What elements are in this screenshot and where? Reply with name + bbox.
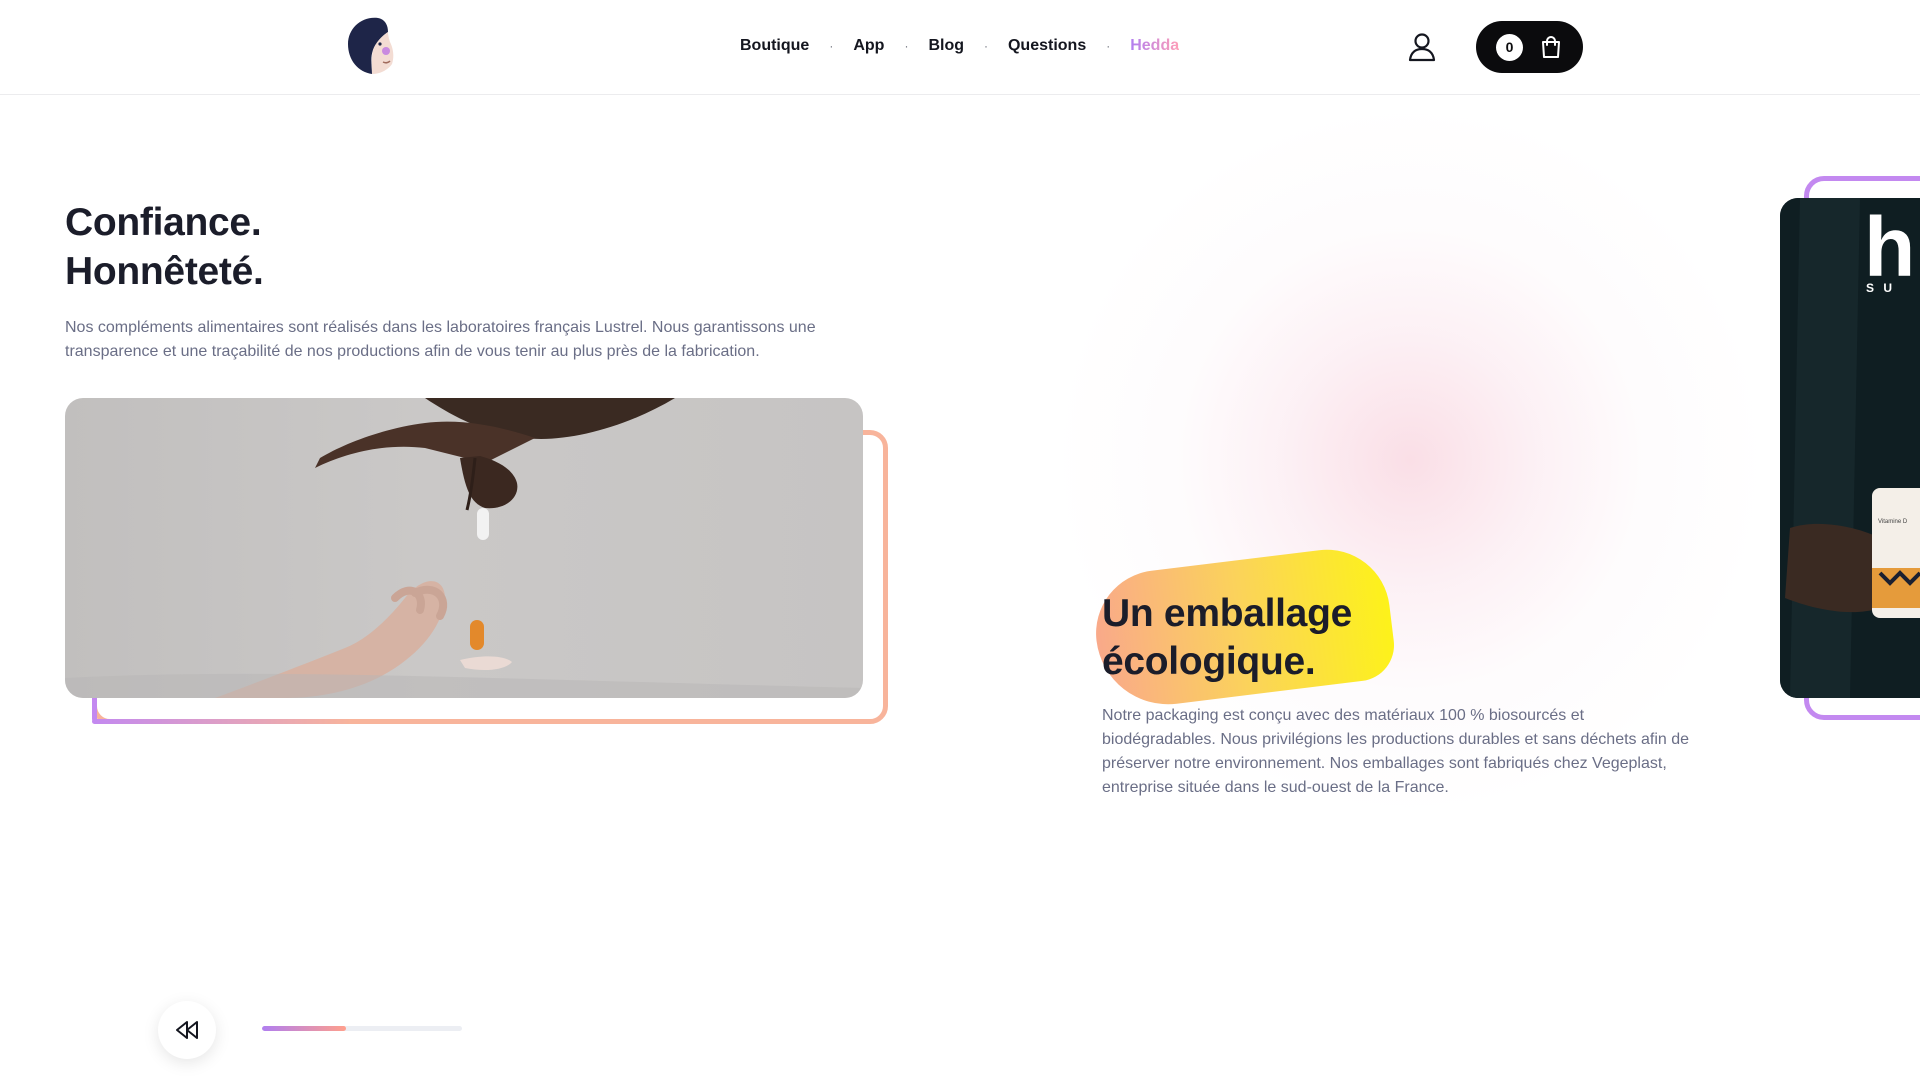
nav-item-blog[interactable]: Blog bbox=[928, 37, 964, 55]
feature-eco-packaging: Un emballage écologique. Notre packaging… bbox=[1102, 560, 1702, 800]
product-promo-card[interactable]: h S U Vitamine D bbox=[1780, 198, 1920, 698]
promo-card-image: h S U Vitamine D bbox=[1780, 198, 1920, 698]
page: Boutique · App · Blog · Questions · Hedd… bbox=[0, 0, 1920, 1080]
hands-illustration bbox=[65, 398, 863, 698]
logo-avatar-icon[interactable] bbox=[342, 14, 400, 78]
account-button[interactable] bbox=[1405, 30, 1439, 64]
slider-progress-fill bbox=[262, 1026, 346, 1031]
nav-separator: · bbox=[983, 39, 988, 53]
cart-count-badge: 0 bbox=[1496, 33, 1523, 61]
rewind-icon bbox=[176, 1021, 198, 1039]
nav-item-hedda[interactable]: Hedda bbox=[1130, 37, 1179, 55]
slider-rewind-button[interactable] bbox=[158, 1001, 216, 1059]
nav-item-boutique[interactable]: Boutique bbox=[740, 37, 809, 55]
site-header: Boutique · App · Blog · Questions · Hedd… bbox=[0, 0, 1920, 95]
feature-eco-text: Notre packaging est conçu avec des matér… bbox=[1102, 707, 1690, 796]
nav-separator: · bbox=[904, 39, 909, 53]
feature-trust-title: Confiance. Honnêteté. bbox=[65, 198, 865, 296]
feature-trust-media bbox=[65, 398, 888, 724]
cart-button[interactable]: 0 bbox=[1476, 21, 1583, 73]
nav-item-app[interactable]: App bbox=[853, 37, 884, 55]
feature-trust-text: Nos compléments alimentaires sont réalis… bbox=[65, 319, 816, 360]
feature-eco-title-line-2: écologique. bbox=[1102, 640, 1316, 683]
slider-progress-bar[interactable] bbox=[262, 1026, 462, 1031]
card-sub-text: S U bbox=[1866, 281, 1895, 295]
feature-eco-title: Un emballage écologique. bbox=[1102, 560, 1702, 686]
hands-pill-photo bbox=[65, 398, 863, 698]
user-icon bbox=[1408, 33, 1436, 62]
card-logo-text: h bbox=[1864, 200, 1915, 294]
main-nav: Boutique · App · Blog · Questions · Hedd… bbox=[740, 30, 1179, 62]
nav-item-questions[interactable]: Questions bbox=[1008, 37, 1086, 55]
nav-separator: · bbox=[829, 39, 834, 53]
shopping-bag-icon bbox=[1542, 36, 1560, 58]
product-label: Vitamine D bbox=[1878, 519, 1908, 525]
nav-separator: · bbox=[1106, 39, 1111, 53]
feature-trust: Confiance. Honnêteté. Nos compléments al… bbox=[65, 198, 865, 364]
feature-trust-title-line-2: Honnêteté. bbox=[65, 250, 264, 293]
feature-trust-title-line-1: Confiance. bbox=[65, 201, 262, 244]
feature-eco-title-line-1: Un emballage bbox=[1102, 592, 1352, 635]
